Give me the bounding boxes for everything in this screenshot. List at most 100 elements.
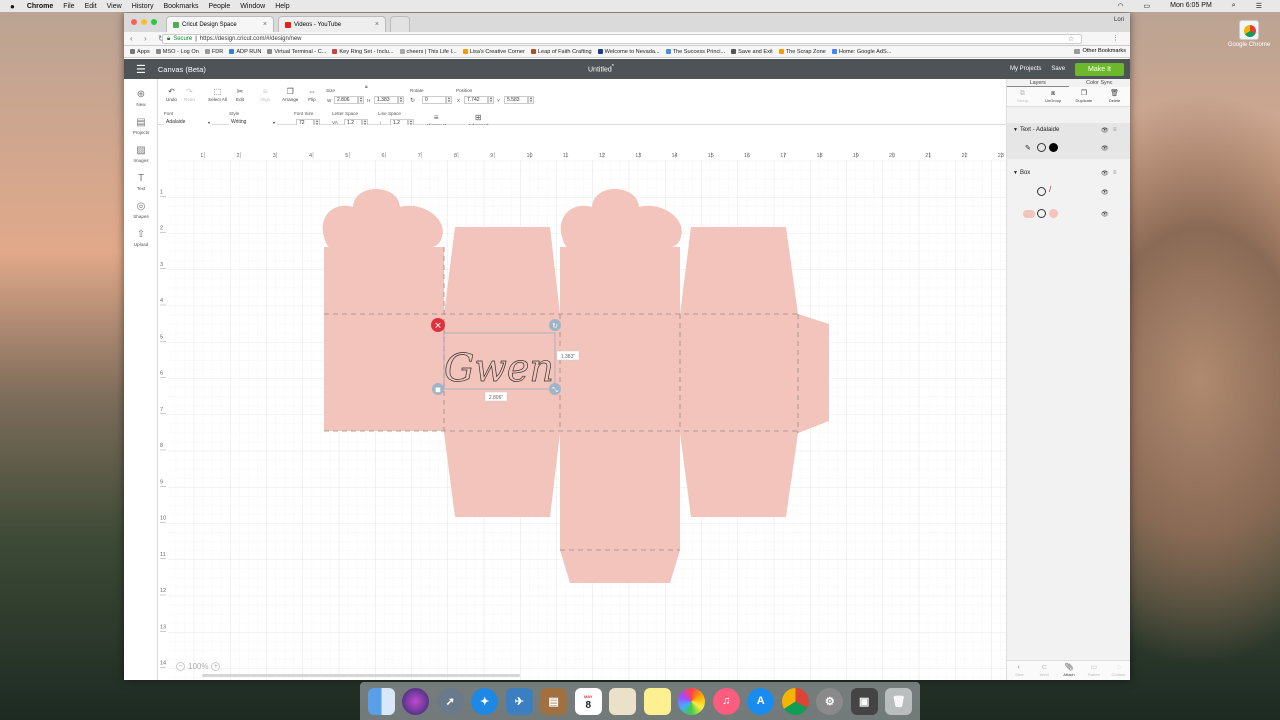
preview-icon[interactable]: ✈ [505,687,533,715]
star-icon[interactable]: ☆ [1068,35,1078,43]
layer-item-text[interactable]: ✎ 👁︎ [1007,137,1130,159]
tab-layers[interactable]: Layers [1007,79,1069,87]
spotlight-icon[interactable]: ⌕ [1232,2,1236,10]
layer-menu-icon[interactable]: ≡ [1113,127,1117,133]
rotate-stepper-icon[interactable]: ▴ ▾ [446,96,452,104]
menu-edit[interactable]: Edit [85,3,97,10]
battery-icon[interactable]: ▭ [1144,2,1151,10]
weld-button[interactable]: ⊂ Weld [1032,661,1057,680]
bookmark-item[interactable]: Welcome to Nevada... [597,49,660,55]
box-panel-left[interactable] [324,247,444,431]
tab-cricut[interactable]: Cricut Design Space × [166,16,274,32]
make-it-button[interactable]: Make It [1075,62,1124,76]
sidebar-item-text[interactable]: T Text [124,173,158,191]
menu-bookmarks[interactable]: Bookmarks [163,3,198,10]
undo-button[interactable]: ↶ Undo [166,87,177,102]
visibility-eye-icon[interactable]: 👁︎ [1101,145,1109,152]
bookmark-item[interactable]: Home: Google AdS... [831,49,891,55]
x-stepper-icon[interactable]: ▴ ▾ [488,96,494,104]
zoom-in-button[interactable]: + [211,662,221,671]
notification-center-icon[interactable]: ☰ [1256,2,1262,10]
photos-viewer-icon[interactable] [609,687,637,715]
height-stepper-icon[interactable]: ▴ ▾ [398,96,404,104]
zoom-out-button[interactable]: − [176,662,185,671]
menu-file[interactable]: File [63,3,74,10]
close-window-icon[interactable] [131,19,137,25]
bookmark-item[interactable]: Virtual Terminal - C... [267,49,326,55]
my-projects-link[interactable]: My Projects [1010,66,1041,72]
stickies-icon[interactable] [643,687,671,715]
menu-window[interactable]: Window [240,3,265,10]
group-button[interactable]: ⧉ Group [1007,87,1038,106]
bookmark-item[interactable]: ADP RUN [229,49,261,55]
save-link[interactable]: Save [1051,66,1065,72]
tab-youtube[interactable]: Videos - YouTube × [278,16,386,32]
document-title[interactable]: Untitled* [588,64,614,73]
siri-icon[interactable] [402,687,430,715]
visibility-eye-icon[interactable]: 👁︎ [1101,170,1109,177]
minimize-window-icon[interactable] [141,19,147,25]
flatten-button[interactable]: ▭ Flatten [1081,661,1106,680]
y-position-input[interactable]: 5.583 ▴ ▾ [504,96,534,104]
sidebar-item-new[interactable]: ⊕ New [124,89,158,107]
color-swatch[interactable] [1049,143,1058,152]
color-swatch[interactable] [1049,209,1058,218]
layer-menu-icon[interactable]: ≡ [1113,170,1117,176]
layer-group-box[interactable]: ▼ Box 👁︎ ≡ [1007,166,1130,180]
arrange-button[interactable]: ❐ Arrange [282,87,298,102]
canvas-text-gwen[interactable]: Gwen [444,346,555,391]
finder-icon[interactable] [367,687,395,715]
width-input[interactable]: 2.806 ▴ ▾ [334,96,364,104]
apple-icon[interactable]: ● [10,2,15,11]
sidebar-item-upload[interactable]: ⇧ Upload [124,229,158,247]
launchpad-icon[interactable]: ➚ [436,687,464,715]
bookmark-item[interactable]: Save and Exit [731,49,773,55]
url-text[interactable]: https://design.cricut.com/#/design/new [200,36,302,42]
hamburger-menu-icon[interactable]: ☰ [136,63,146,76]
y-stepper-icon[interactable]: ▴ ▾ [528,96,534,104]
height-input[interactable]: 1.383 ▴ ▾ [374,96,404,104]
sidebar-item-projects[interactable]: ▤ Projects [124,117,158,135]
flip-button[interactable]: ⇔ Flip [308,87,316,102]
photos-icon[interactable] [678,687,706,715]
bookmark-apps[interactable]: Apps [130,49,150,55]
bookmark-item[interactable]: MSO - Log On [155,49,199,55]
menu-app-name[interactable]: Chrome [27,3,53,10]
collapse-caret-icon[interactable]: ▼ [1013,170,1018,176]
menubar-clock[interactable]: Mon 6:05 PM [1170,2,1212,10]
other-bookmarks[interactable]: Other Bookmarks [1074,48,1126,54]
select-all-button[interactable]: ⬚ Select All [208,87,227,102]
width-stepper-icon[interactable]: ▴ ▾ [358,96,364,104]
chrome-icon[interactable] [781,687,809,715]
bookmark-item[interactable]: cheers | This Life I... [399,49,457,55]
menu-people[interactable]: People [208,3,230,10]
contour-button[interactable]: ◌ Contour [1106,661,1130,680]
menu-help[interactable]: Help [275,3,289,10]
wifi-icon[interactable]: ◠ [1117,2,1123,10]
box-side-tab[interactable] [798,314,829,433]
visibility-eye-icon[interactable]: 👁︎ [1101,211,1109,218]
itunes-icon[interactable]: ♫ [712,687,740,715]
tab-close-icon[interactable]: × [263,21,267,28]
zoom-window-icon[interactable] [151,19,157,25]
sidebar-item-shapes[interactable]: ◎ Shapes [124,201,158,219]
extensions-icon[interactable]: ⋮ [1112,34,1124,42]
bookmark-item[interactable]: Leap of Faith Crafting [530,49,592,55]
redo-button[interactable]: ↷ Redo [184,87,195,102]
desktop-chrome-shortcut[interactable]: Google Chrome [1225,20,1273,48]
bookmark-item[interactable]: The Success Princi... [665,49,725,55]
rotate-input[interactable]: 0 ▴ ▾ [422,96,452,104]
profile-name[interactable]: Lori [1114,17,1124,23]
system-preferences-icon[interactable]: ⚙ [816,687,844,715]
tab-close-icon[interactable]: × [375,21,379,28]
bookmark-item[interactable]: FDR [204,49,223,55]
bookmark-item[interactable]: Key Ring Set - Inclu... [332,49,394,55]
size-lock-icon[interactable]: 🔒︎ [365,84,368,90]
back-icon[interactable]: ‹ [130,34,138,43]
layer-item-score[interactable]: / 👁︎ [1007,181,1130,203]
canvas-svg[interactable]: 1 2 3 4 5 6 7 8 9 10 11 12 13 14 15 16 17 18 19 20 21 22 23 12… [158,125,1006,680]
box-panel-4[interactable] [680,227,798,517]
delete-button[interactable]: 🗑︎ Delete [1099,87,1130,106]
bookmark-item[interactable]: The Scrap Zone [778,49,826,55]
app-store-icon[interactable]: A [747,687,775,715]
